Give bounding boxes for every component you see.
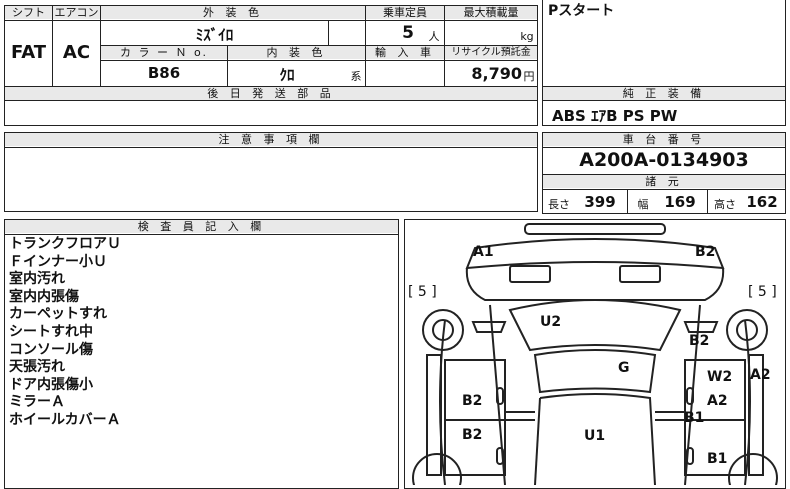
aircon-header: エアコン [53, 6, 100, 19]
width-label: 幅 [637, 198, 649, 211]
capacity-value: 5 [402, 23, 414, 43]
length-label: 長さ [548, 198, 570, 211]
specs-header: 諸 元 [543, 175, 785, 188]
capacity-header: 乗車定員 [366, 6, 444, 19]
damage-mark-u1: U1 [584, 428, 606, 444]
shift-header: シフト [5, 6, 52, 19]
color-no-header: カ ラ ー Ｎ o. [101, 46, 227, 59]
capacity-unit: 人 [428, 30, 440, 43]
height-label: 高さ [714, 198, 736, 211]
note-line: トランクフロアＵ [9, 236, 121, 252]
equipment-value: ABS ｴｱB PS PW [552, 107, 678, 125]
damage-mark-a2-door: A2 [707, 393, 728, 409]
caution-header: 注 意 事 項 欄 [5, 133, 537, 146]
equipment-header: 純 正 装 備 [543, 87, 785, 100]
recycle-unit: 円 [523, 70, 535, 83]
damage-mark-b2-top: B2 [695, 244, 716, 260]
length-value: 399 [584, 193, 616, 211]
height-value: 162 [746, 193, 778, 211]
import-header: 輸 入 車 [366, 46, 444, 59]
damage-mark-a2-right: A2 [750, 367, 771, 383]
exterior-color-header: 外 装 色 [101, 6, 365, 19]
max-load-header: 最大積載量 [445, 6, 537, 19]
damage-mark-b2-left1: B2 [462, 393, 483, 409]
remarks-text: Pスタート [548, 3, 615, 19]
inspector-header: 検 査 員 記 入 欄 [5, 220, 398, 233]
damage-mark-b1-door: B1 [684, 410, 705, 426]
damage-mark-b2-left2: B2 [462, 427, 483, 443]
damage-mark-b2-mid: B2 [689, 333, 710, 349]
aircon-value: AC [62, 42, 91, 63]
damage-mark-g: G [618, 360, 630, 376]
interior-color-header: 内 装 色 [228, 46, 365, 59]
note-line: カーペットすれ [9, 306, 107, 323]
note-line: ミラーＡ [9, 394, 65, 411]
note-line: 室内内張傷 [9, 288, 79, 305]
chassis-number: A200A-0134903 [579, 149, 749, 171]
shift-value: FAT [10, 42, 47, 63]
damage-mark-u2: U2 [540, 314, 562, 330]
note-line: コンソール傷 [9, 341, 93, 358]
note-line: Ｆインナー小Ｕ [9, 253, 107, 270]
car-outline-diagram [412, 223, 778, 485]
damage-mark-b1-bottom: B1 [707, 451, 728, 467]
color-no-value: B86 [147, 64, 181, 82]
width-value: 169 [664, 193, 696, 211]
note-line: 天張汚れ [9, 359, 65, 376]
recycle-value: 8,790 [471, 64, 522, 83]
damage-mark-a1: A1 [473, 244, 494, 260]
max-load-unit: kg [520, 30, 534, 43]
chassis-header: 車 台 番 号 [543, 133, 785, 146]
tire-depth-left: [ 5 ] [408, 284, 437, 300]
note-line: ホイールカバーＡ [9, 411, 121, 428]
note-line: シートすれ中 [9, 323, 93, 340]
note-line: 室内汚れ [9, 271, 65, 288]
damage-mark-w2: W2 [707, 369, 733, 385]
interior-color-value: ｸﾛ [279, 66, 295, 84]
note-line: ドア内張傷小 [9, 376, 93, 393]
exterior-color-value: ﾐｽﾞｲﾛ [195, 26, 234, 44]
delivery-parts-header: 後 日 発 送 部 品 [5, 87, 537, 100]
interior-color-suffix: 系 [350, 70, 362, 83]
tire-depth-right: [ 5 ] [748, 284, 777, 300]
inspector-notes-list: トランクフロアＵ Ｆインナー小Ｕ 室内汚れ 室内内張傷 カーペットすれ シートす… [9, 236, 121, 430]
recycle-header: リサイクル預託金 [445, 46, 537, 59]
